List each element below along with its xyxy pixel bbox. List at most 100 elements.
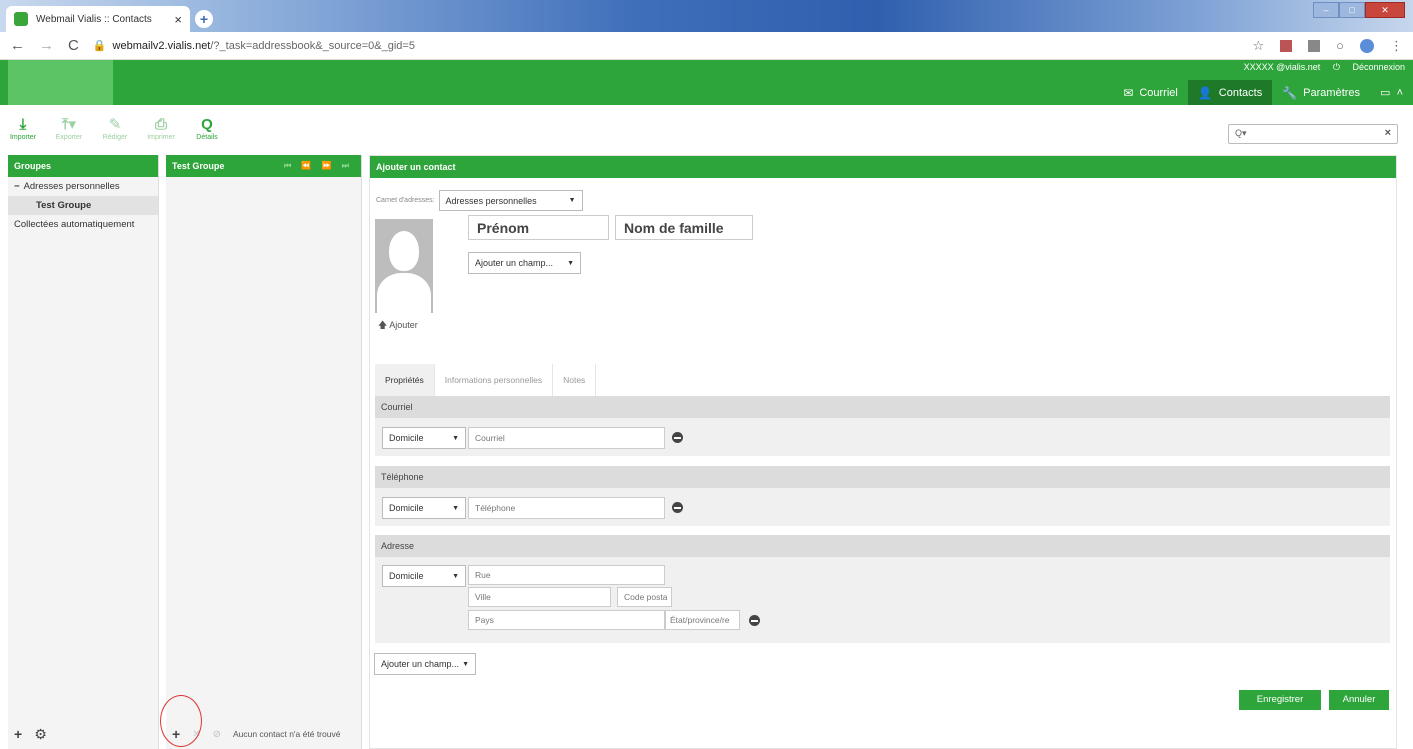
url-host: webmailv2.vialis.net bbox=[112, 39, 211, 52]
export-label: Exporter bbox=[55, 134, 83, 141]
group-label: Adresses personnelles bbox=[23, 181, 120, 192]
tab-close-icon[interactable]: × bbox=[174, 12, 182, 27]
star-icon[interactable]: ☆ bbox=[1252, 38, 1264, 54]
window-controls: – □ ✕ bbox=[1313, 2, 1405, 18]
groups-panel: Groupes − Adresses personnelles Test Grou… bbox=[8, 155, 159, 749]
lastname-field[interactable]: Nom de famille bbox=[615, 215, 753, 240]
pager-icons[interactable]: ⏮ ⏪ ⏩ ⏭ bbox=[284, 155, 353, 177]
nav-contacts[interactable]: 👤 Contacts bbox=[1187, 80, 1273, 105]
firstname-field[interactable]: Prénom bbox=[468, 215, 609, 240]
pencil-icon: ✎ bbox=[108, 116, 122, 133]
nav-label: Courriel bbox=[1139, 86, 1178, 99]
email-input[interactable]: Courriel bbox=[468, 427, 665, 449]
reload-icon[interactable]: C bbox=[68, 37, 79, 54]
add-photo-link[interactable]: 🡅 Ajouter bbox=[378, 318, 418, 334]
forward-icon[interactable]: → bbox=[39, 37, 54, 54]
logo[interactable] bbox=[8, 60, 113, 105]
city-input[interactable]: Ville bbox=[468, 587, 611, 607]
nav-parametres[interactable]: 🔧 Paramètres bbox=[1272, 80, 1370, 105]
remove-email-icon[interactable] bbox=[672, 432, 683, 443]
wrench-icon: 🔧 bbox=[1282, 85, 1298, 100]
contacts-list-panel: Test Groupe ⏮ ⏪ ⏩ ⏭ + ✕ ⊘ Aucun contact … bbox=[166, 155, 362, 749]
zip-input[interactable]: Code posta bbox=[617, 587, 672, 607]
avatar-body bbox=[377, 273, 431, 313]
email-type-select[interactable]: Domicile ▼ bbox=[382, 427, 466, 449]
add-field-select[interactable]: Ajouter un champ... ▼ bbox=[468, 252, 581, 274]
email-type-value: Domicile bbox=[389, 433, 424, 443]
export-button[interactable]: ⤒▾ Exporter bbox=[46, 116, 92, 150]
group-assign-icon[interactable]: ⊘ bbox=[213, 729, 221, 740]
save-button[interactable]: Enregistrer bbox=[1239, 690, 1321, 710]
group-item-collectees[interactable]: Collectées automatiquement bbox=[8, 215, 158, 234]
favicon-icon bbox=[14, 12, 28, 26]
nav-display-toggle[interactable]: ▭ ˄ bbox=[1370, 80, 1413, 105]
app-header: XXXXX @vialis.net ⏻ Déconnexion ✉ Courrie… bbox=[0, 60, 1413, 105]
phone-type-select[interactable]: Domicile ▼ bbox=[382, 497, 466, 519]
print-button[interactable]: ⎙ Imprimer bbox=[138, 116, 184, 150]
carnet-label: Carnet d'adresses: bbox=[376, 197, 435, 204]
group-item-test[interactable]: Test Groupe bbox=[8, 196, 158, 215]
details-button[interactable]: Q Détails bbox=[184, 116, 230, 150]
extension-icon[interactable] bbox=[1308, 39, 1321, 52]
browser-tab[interactable]: Webmail Vialis :: Contacts × bbox=[6, 6, 190, 32]
browser-menu-icon[interactable]: ⋮ bbox=[1390, 38, 1403, 54]
compose-button[interactable]: ✎ Rédiger bbox=[92, 116, 138, 150]
tab-informations[interactable]: Informations personnelles bbox=[435, 364, 554, 396]
tab-proprietes[interactable]: Propriétés bbox=[375, 364, 435, 396]
back-icon[interactable]: ← bbox=[10, 37, 25, 54]
import-button[interactable]: ⤓ Importer bbox=[0, 116, 46, 150]
nav-label: Contacts bbox=[1218, 86, 1263, 99]
import-label: Importer bbox=[9, 134, 37, 141]
remove-address-icon[interactable] bbox=[749, 615, 760, 626]
nav-label: Paramètres bbox=[1303, 86, 1361, 99]
address-section: Adresse Domicile ▼ Rue Ville Code posta P… bbox=[375, 535, 1390, 643]
cancel-button[interactable]: Annuler bbox=[1329, 690, 1389, 710]
maximize-button[interactable]: □ bbox=[1339, 2, 1365, 18]
dropdown-arrow-icon: ▼ bbox=[452, 504, 459, 512]
collapse-icon[interactable]: − bbox=[14, 181, 20, 192]
extension-pdf-icon[interactable] bbox=[1280, 39, 1293, 52]
gear-icon[interactable]: ⚙ bbox=[34, 726, 47, 743]
add-group-icon[interactable]: + bbox=[14, 726, 22, 742]
profile-avatar-icon[interactable] bbox=[1360, 38, 1374, 53]
url-field[interactable]: webmailv2.vialis.net/?_task=addressbook&… bbox=[113, 40, 1253, 52]
address-type-value: Domicile bbox=[389, 571, 424, 581]
dropdown-arrow-icon: ▼ bbox=[568, 197, 576, 204]
print-label: Imprimer bbox=[147, 134, 175, 141]
address-type-select[interactable]: Domicile ▼ bbox=[382, 565, 466, 587]
close-window-button[interactable]: ✕ bbox=[1365, 2, 1405, 18]
country-input[interactable]: Pays bbox=[468, 610, 665, 630]
printer-icon: ⎙ bbox=[154, 116, 167, 133]
search-input[interactable]: Q▾ × bbox=[1228, 124, 1398, 144]
search-options-icon[interactable]: Q▾ bbox=[1235, 128, 1247, 139]
phone-input[interactable]: Téléphone bbox=[468, 497, 665, 519]
new-tab-button[interactable]: + bbox=[195, 10, 213, 28]
dropdown-arrow-icon: ▼ bbox=[462, 660, 469, 668]
minimize-button[interactable]: – bbox=[1313, 2, 1339, 18]
nav-courriel[interactable]: ✉ Courriel bbox=[1113, 80, 1188, 105]
user-icon: 👤 bbox=[1197, 85, 1213, 100]
url-path: /?_task=addressbook&_source=0&_gid=5 bbox=[210, 39, 415, 52]
logout-link[interactable]: ⏻ Déconnexion bbox=[1333, 62, 1405, 72]
add-field-label: Ajouter un champ... bbox=[475, 258, 554, 268]
add-field-bottom-select[interactable]: Ajouter un champ... ▼ bbox=[374, 653, 476, 675]
lock-icon: 🔒 bbox=[92, 40, 107, 52]
extension-circle-icon[interactable]: ○ bbox=[1336, 38, 1344, 53]
tab-title: Webmail Vialis :: Contacts bbox=[36, 13, 152, 25]
contact-form: Ajouter un contact Carnet d'adresses: Ad… bbox=[369, 155, 1397, 749]
empty-message: Aucun contact n'a été trouvé bbox=[232, 729, 341, 739]
email-section-title: Courriel bbox=[375, 396, 1390, 418]
logout-label: Déconnexion bbox=[1352, 62, 1405, 72]
tab-notes[interactable]: Notes bbox=[553, 364, 597, 396]
state-input[interactable]: État/province/re bbox=[665, 610, 740, 630]
dropdown-arrow-icon: ▼ bbox=[567, 259, 574, 267]
clear-search-icon[interactable]: × bbox=[1385, 127, 1391, 139]
phone-type-value: Domicile bbox=[389, 503, 424, 513]
group-item-adresses[interactable]: − Adresses personnelles bbox=[8, 177, 158, 196]
envelope-icon: ✉ bbox=[1123, 85, 1134, 100]
street-input[interactable]: Rue bbox=[468, 565, 665, 585]
carnet-value: Adresses personnelles bbox=[445, 195, 537, 206]
remove-phone-icon[interactable] bbox=[672, 502, 683, 513]
phone-section: Téléphone Domicile ▼ Téléphone bbox=[375, 466, 1390, 526]
addressbook-select[interactable]: Adresses personnelles ▼ bbox=[438, 190, 583, 211]
